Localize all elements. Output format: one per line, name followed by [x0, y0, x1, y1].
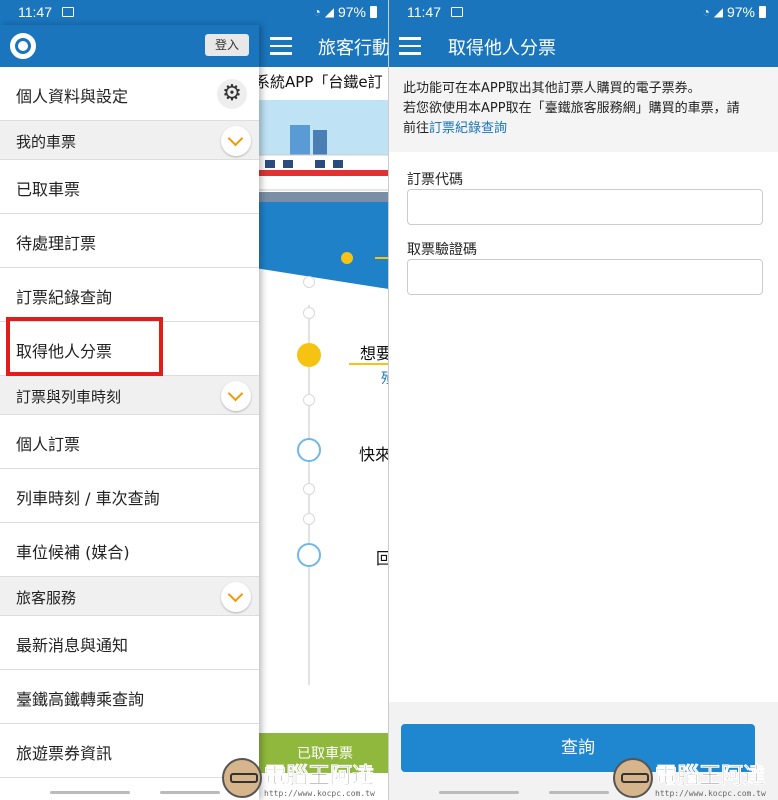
menu-item-news[interactable]: 最新消息與通知: [0, 616, 259, 670]
watermark-text: 電腦王阿達: [264, 764, 375, 789]
menu-item-label: 訂票紀錄查詢: [16, 288, 113, 307]
order-code-label: 訂票代碼: [407, 172, 463, 188]
nav-gesture-bar: [160, 791, 220, 794]
menu-item-label: 臺鐵高鐵轉乘查詢: [16, 690, 145, 709]
signal-icon: ◢: [324, 5, 334, 19]
watermark-mascot-icon: [613, 758, 653, 798]
watermark-text: 電腦王阿達: [655, 764, 766, 789]
hamburger-menu-icon[interactable]: [270, 37, 292, 55]
timeline-text-1: 想要: [360, 344, 389, 363]
wifi-icon: ◔: [702, 5, 710, 19]
side-drawer: 登入 個人資料與設定 ⚙ 我的車票 已取車票 待處理訂票 訂票紀錄查詢 取得他人…: [0, 25, 259, 800]
section-my-tickets[interactable]: 我的車票: [0, 121, 259, 160]
pickup-code-label: 取票驗證碼: [407, 242, 477, 258]
marquee-text: 系統APP「台鐵e訂: [255, 73, 383, 91]
watermark-mascot-icon: [222, 758, 262, 798]
clock: 11:47: [407, 4, 441, 20]
menu-item-label: 已取車票: [16, 180, 81, 199]
nav-gesture-bar: [439, 791, 519, 794]
image-notification-icon: [451, 7, 463, 17]
right-phone-screen: 11:47 ◔ ◢ 97% 取得他人分票 此功能可在本APP取出其他訂票人購買的…: [389, 0, 778, 800]
main-title: 旅客行動: [318, 38, 389, 59]
chevron-down-icon[interactable]: [221, 126, 251, 156]
menu-item-hsr-transfer[interactable]: 臺鐵高鐵轉乘查詢: [0, 670, 259, 724]
info-notice: 此功能可在本APP取出其他訂票人購買的電子票券。 若您欲使用本APP取在「臺鐵旅…: [389, 67, 778, 152]
section-title: 旅客服務: [16, 589, 77, 607]
info-prefix: 前往: [403, 121, 430, 136]
menu-item-label: 個人訂票: [16, 435, 81, 454]
left-phone-screen: 11:47 ◔ ◢ 97% 旅客行動 系統APP「台鐵e訂 想要 快來 已取車票…: [0, 0, 389, 800]
menu-item-pending-orders[interactable]: 待處理訂票: [0, 214, 259, 268]
pickup-code-input[interactable]: [407, 259, 763, 295]
menu-item-order-history[interactable]: 訂票紀錄查詢: [0, 268, 259, 322]
tra-logo-icon: [10, 33, 36, 59]
section-booking-timetable[interactable]: 訂票與列車時刻: [0, 376, 259, 415]
menu-item-picked-tickets[interactable]: 已取車票: [0, 160, 259, 214]
battery-icon: [759, 6, 766, 18]
menu-item-personal-booking[interactable]: 個人訂票: [0, 415, 259, 469]
nav-gesture-bar: [549, 791, 609, 794]
wifi-icon: ◔: [313, 5, 321, 19]
signal-icon: ◢: [713, 5, 723, 19]
menu-item-waitlist[interactable]: 車位候補 (媒合): [0, 523, 259, 577]
battery-icon: [370, 6, 377, 18]
chevron-down-icon[interactable]: [221, 381, 251, 411]
menu-item-profile[interactable]: 個人資料與設定 ⚙: [0, 67, 259, 121]
timeline-subtext: 殞: [381, 368, 388, 388]
watermark-url: http://www.kocpc.com.tw: [655, 789, 766, 798]
watermark-url: http://www.kocpc.com.tw: [264, 789, 375, 798]
chevron-down-icon[interactable]: [221, 582, 251, 612]
login-button[interactable]: 登入: [205, 34, 249, 56]
timeline-text-2: 快來: [359, 445, 389, 464]
page-title: 取得他人分票: [448, 38, 556, 59]
timeline-underline: [349, 363, 388, 365]
status-icons: ◔ ◢ 97%: [702, 4, 766, 20]
menu-item-timetable[interactable]: 列車時刻 / 車次查詢: [0, 469, 259, 523]
battery-percent: 97%: [726, 4, 755, 20]
timeline-dot-open: [297, 438, 321, 462]
image-notification-icon: [62, 7, 74, 17]
menu-item-label: 旅遊票券資訊: [16, 744, 113, 763]
battery-percent: 97%: [337, 4, 366, 20]
gear-icon[interactable]: ⚙: [217, 79, 247, 109]
top-app-bar: 取得他人分票: [389, 25, 778, 67]
clock: 11:47: [18, 4, 52, 20]
timeline-text-3: 回: [376, 545, 388, 569]
timeline-dot: [303, 307, 315, 319]
timeline-dot: [303, 394, 315, 406]
timeline-dot: [303, 276, 315, 288]
timeline-dot-open: [297, 543, 321, 567]
section-title: 我的車票: [16, 133, 77, 151]
info-line-2: 若您欲使用本APP取在「臺鐵旅客服務網」購買的車票，請: [403, 101, 740, 116]
menu-item-label: 個人資料與設定: [16, 87, 129, 106]
nav-gesture-bar: [50, 791, 130, 794]
section-title: 訂票與列車時刻: [16, 388, 122, 406]
timeline-dot-active: [297, 343, 321, 367]
hamburger-menu-icon[interactable]: [399, 37, 421, 55]
section-passenger-services[interactable]: 旅客服務: [0, 577, 259, 616]
order-history-link[interactable]: 訂票紀錄查詢: [429, 121, 507, 136]
status-icons: ◔ ◢ 97%: [313, 4, 377, 20]
info-line-1: 此功能可在本APP取出其他訂票人購買的電子票券。: [403, 81, 701, 96]
watermark: 電腦王阿達 http://www.kocpc.com.tw: [222, 758, 375, 798]
menu-item-label: 最新消息與通知: [16, 636, 129, 655]
order-code-input[interactable]: [407, 189, 763, 225]
menu-item-travel-passes[interactable]: 旅遊票券資訊: [0, 724, 259, 778]
timeline-dot: [303, 513, 315, 525]
drawer-header: 登入: [0, 25, 259, 67]
status-bar: 11:47 ◔ ◢ 97%: [389, 0, 778, 25]
menu-item-label: 車位候補 (媒合): [16, 543, 130, 562]
train-banner-image: [255, 100, 388, 300]
watermark: 電腦王阿達 http://www.kocpc.com.tw: [613, 758, 766, 798]
menu-item-label: 列車時刻 / 車次查詢: [16, 489, 160, 508]
red-highlight-annotation: [6, 317, 163, 376]
info-line-3: 前往訂票紀錄查詢: [403, 119, 764, 139]
menu-item-label: 待處理訂票: [16, 234, 97, 253]
timeline-dot: [303, 483, 315, 495]
status-bar: 11:47 ◔ ◢ 97%: [0, 0, 388, 25]
